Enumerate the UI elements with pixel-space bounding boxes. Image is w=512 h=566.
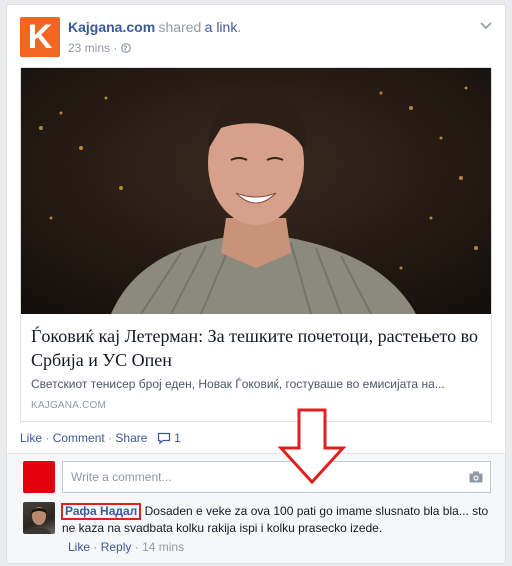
comment-body: Рафа Надал Dosaden e veke za ova 100 pat…	[61, 503, 492, 536]
link-description: Светскиот тенисер број еден, Новак Ѓоков…	[31, 377, 445, 391]
comment-like-button[interactable]: Like	[68, 540, 90, 554]
link-domain: KAJGANA.COM	[31, 400, 106, 411]
link-preview[interactable]: Ѓоковиќ кај Летерман: За тешките почетоц…	[20, 67, 492, 422]
globe-icon[interactable]	[120, 43, 131, 53]
link-image-illustration	[21, 68, 491, 314]
action-text: shared	[158, 19, 202, 35]
chevron-down-icon[interactable]	[479, 21, 493, 31]
comment-input[interactable]	[69, 469, 453, 485]
comment-button[interactable]: Comment	[53, 431, 105, 445]
commenter-photo	[27, 507, 51, 534]
story-title: Kajgana.com shared a link.	[68, 19, 241, 35]
timestamp-link[interactable]: 23 mins	[68, 41, 110, 55]
comment-meta: Like · Reply · 14 mins	[68, 540, 184, 554]
feed-story: K Kajgana.com shared a link. 23 mins · Ѓ…	[6, 4, 506, 564]
page-logo-letter: K	[27, 18, 53, 56]
comment-timestamp[interactable]: 14 mins	[142, 540, 184, 554]
meta-separator: ·	[113, 41, 118, 55]
like-button[interactable]: Like	[20, 431, 42, 445]
comment-meta-separator: ·	[134, 540, 139, 554]
shared-link-text[interactable]: a link	[205, 19, 238, 35]
comment-bubble-icon[interactable]	[157, 432, 171, 444]
story-actions: Like · Comment · Share 1	[20, 431, 181, 445]
commenter-avatar[interactable]	[23, 502, 55, 534]
comment-meta-separator: ·	[93, 540, 98, 554]
current-user-avatar[interactable]	[23, 461, 55, 493]
share-button[interactable]: Share	[115, 431, 147, 445]
story-meta: 23 mins ·	[68, 41, 131, 55]
commenter-name[interactable]: Рафа Надал	[61, 503, 142, 520]
comment-reply-button[interactable]: Reply	[101, 540, 132, 554]
link-title[interactable]: Ѓоковиќ кај Летерман: За тешките почетоц…	[31, 324, 481, 372]
camera-icon[interactable]	[469, 471, 483, 483]
action-separator: ·	[45, 431, 50, 445]
action-separator: ·	[108, 431, 113, 445]
story-header: K Kajgana.com shared a link. 23 mins ·	[20, 17, 493, 59]
action-punct: .	[237, 19, 242, 35]
down-arrow-annotation	[277, 408, 347, 485]
page-avatar[interactable]: K	[20, 17, 60, 57]
page-name-link[interactable]: Kajgana.com	[68, 19, 155, 35]
link-preview-image[interactable]	[21, 68, 491, 314]
comment-count[interactable]: 1	[174, 431, 181, 445]
